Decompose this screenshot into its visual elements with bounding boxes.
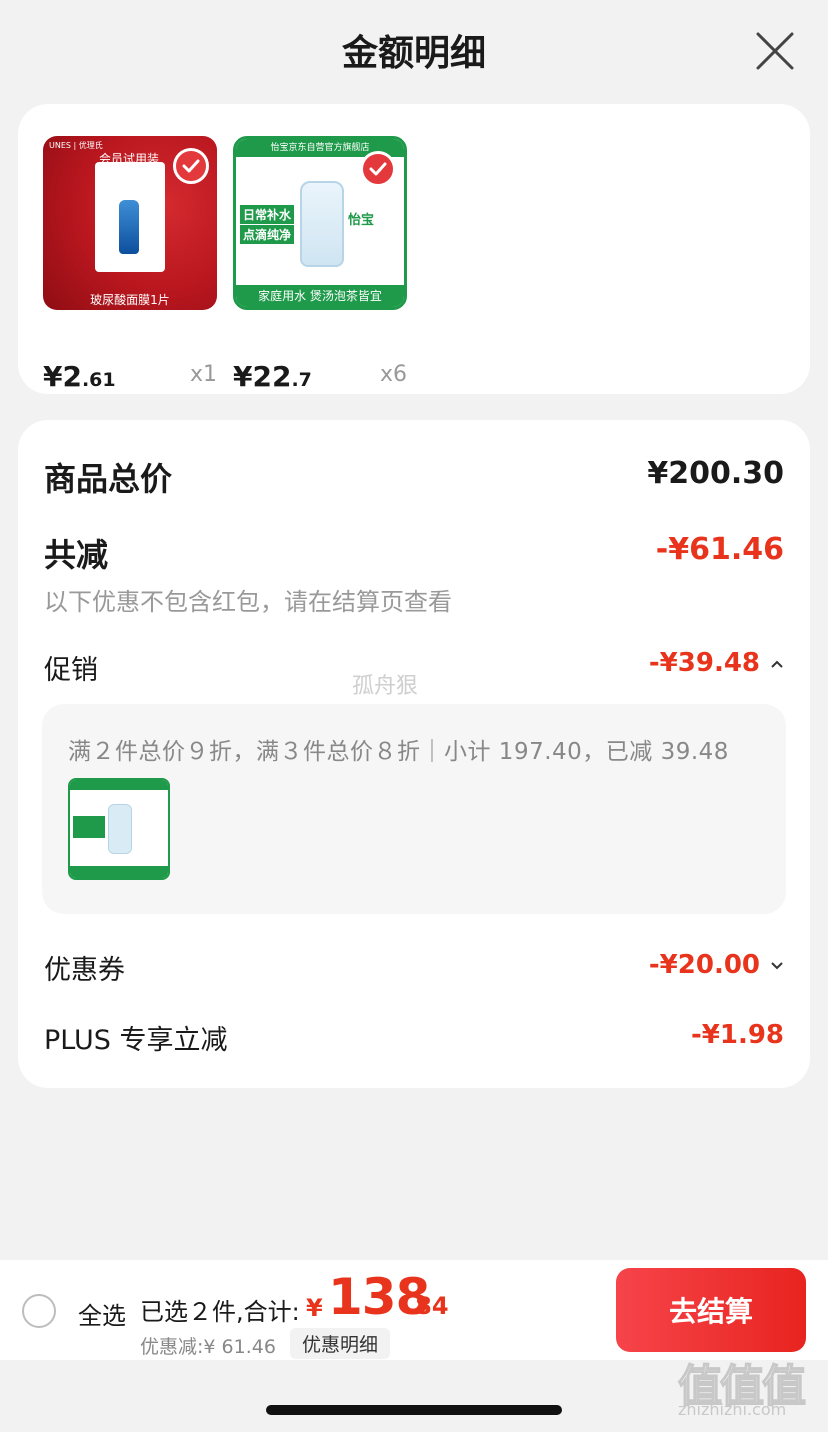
checkout-bar: 全选 已选２件,合计: ¥ 138 .84 优惠减:¥ 61.46 优惠明细 去… xyxy=(0,1260,828,1360)
product-tag: 会员试用装 xyxy=(99,152,160,166)
check-icon xyxy=(369,162,387,176)
product-thumbnail[interactable]: 怡宝京东自营官方旗舰店 日常补水 点滴纯净 怡宝 家庭用水 煲汤泡茶皆宜 xyxy=(233,136,407,310)
reduce-note: 以下优惠不包含红包，请在结算页查看 xyxy=(44,588,452,616)
product-brand-text: UNES | 优理氏 xyxy=(49,141,103,150)
product-price: ¥2.61 xyxy=(43,360,116,393)
site-watermark: 值值值 zhizhizhi.com xyxy=(677,1350,822,1426)
checkout-button[interactable]: 去结算 xyxy=(616,1268,806,1352)
product-qty: x6 xyxy=(379,362,407,387)
promo-label: 促销 xyxy=(44,655,98,686)
promo-thumb-bottle xyxy=(108,804,132,854)
product-price-dec: .61 xyxy=(81,369,116,391)
discount-detail-button[interactable]: 优惠明细 xyxy=(290,1328,391,1359)
chevron-up-icon[interactable] xyxy=(770,659,784,669)
product-item[interactable]: 怡宝京东自营官方旗舰店 日常补水 点滴纯净 怡宝 家庭用水 煲汤泡茶皆宜 ¥22… xyxy=(233,136,407,393)
promo-product-thumbnail[interactable] xyxy=(68,778,170,880)
subtotal-label: 商品总价 xyxy=(44,460,173,498)
promo-thumb-banner xyxy=(70,780,168,790)
product-caption: 玻尿酸面膜1片 xyxy=(90,293,170,307)
product-slogan-1: 日常补水 xyxy=(240,205,295,224)
plus-label: PLUS 专享立减 xyxy=(44,1025,228,1056)
product-qty: x1 xyxy=(189,362,217,387)
product-item[interactable]: UNES | 优理氏 会员试用装 玻尿酸面膜1片 ¥2.61 x1 xyxy=(43,136,217,393)
total-currency: ¥ xyxy=(306,1294,323,1322)
reduce-value: -¥61.46 xyxy=(655,532,784,567)
serum-bottle-image xyxy=(119,200,139,254)
water-bottle-image xyxy=(300,181,344,267)
promo-detail-box: 满２件总价９折，满３件总价８折｜小计 197.40，已减 39.48 xyxy=(42,704,786,914)
coupon-value: -¥20.00 xyxy=(648,950,760,980)
select-all-checkbox[interactable] xyxy=(22,1294,56,1328)
chevron-down-icon[interactable] xyxy=(770,961,784,971)
promo-toggle[interactable]: -¥39.48 xyxy=(649,648,784,678)
promo-thumb-slogan xyxy=(73,816,105,838)
reduce-label: 共减 xyxy=(44,536,109,574)
promo-value: -¥39.48 xyxy=(648,648,760,678)
selected-products-card: UNES | 优理氏 会员试用装 玻尿酸面膜1片 ¥2.61 x1 怡宝京东自营… xyxy=(18,104,810,394)
promo-thumb-footer xyxy=(70,866,168,878)
promo-detail-text: 满２件总价９折，满３件总价８折｜小计 197.40，已减 39.48 xyxy=(68,739,729,765)
close-icon[interactable] xyxy=(752,28,798,74)
product-brand-text: 怡宝 xyxy=(348,213,375,228)
product-price: ¥22.7 xyxy=(233,360,312,393)
plus-value: -¥1.98 xyxy=(690,1020,784,1050)
product-price-dec: .7 xyxy=(291,369,312,391)
site-watermark-url: zhizhizhi.com xyxy=(678,1400,787,1419)
coupon-label: 优惠券 xyxy=(44,955,125,986)
selected-count-text: 已选２件,合计: xyxy=(140,1298,300,1326)
discount-summary: 优惠减:¥ 61.46 xyxy=(140,1336,276,1358)
select-all-label[interactable]: 全选 xyxy=(78,1296,126,1331)
product-price-int: ¥22 xyxy=(233,360,292,393)
check-icon xyxy=(182,159,200,173)
product-price-int: ¥2 xyxy=(43,360,82,393)
total-amount-dec: .84 xyxy=(406,1292,449,1320)
user-watermark: 孤舟狠 xyxy=(352,674,419,699)
amount-detail-card: 商品总价 ¥200.30 共减 -¥61.46 以下优惠不包含红包，请在结算页查… xyxy=(18,420,810,1088)
sheet-header: 金额明细 xyxy=(0,0,828,100)
selected-badge xyxy=(173,148,209,184)
home-indicator xyxy=(266,1405,562,1415)
product-caption: 家庭用水 煲汤泡茶皆宜 xyxy=(236,285,404,307)
product-slogan-2: 点滴纯净 xyxy=(240,225,295,244)
coupon-toggle[interactable]: -¥20.00 xyxy=(649,950,784,980)
page-title: 金额明细 xyxy=(341,33,486,74)
subtotal-value: ¥200.30 xyxy=(647,456,784,491)
product-thumbnail[interactable]: UNES | 优理氏 会员试用装 玻尿酸面膜1片 xyxy=(43,136,217,310)
selected-badge xyxy=(360,151,396,187)
close-button[interactable] xyxy=(752,28,798,74)
